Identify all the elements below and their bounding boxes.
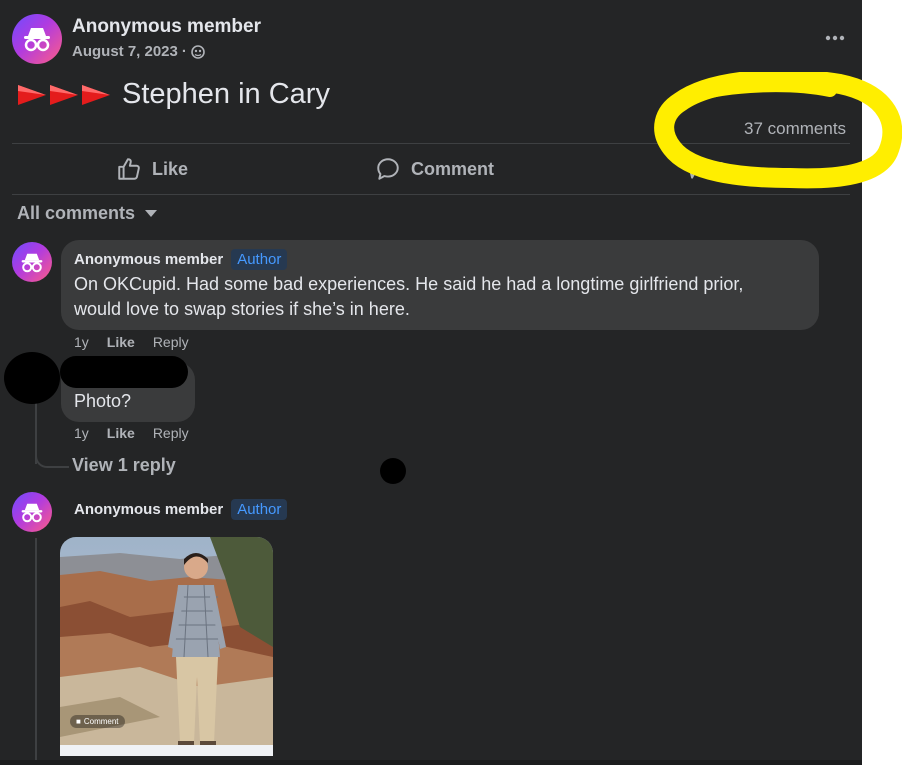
comment-avatar[interactable] [12,492,52,532]
post-title: Stephen in Cary [122,78,330,110]
date-separator: · [181,43,187,60]
comment-avatar[interactable] [12,242,52,282]
more-horizontal-icon [825,35,845,41]
comment-reply-button[interactable]: Reply [153,334,189,350]
photo-caption-chip: ■ Comment [70,715,125,728]
post-meta: August 7, 2023 · [72,43,205,60]
reply-reply-button[interactable]: Reply [153,425,189,441]
anonymous-incognito-icon [21,503,43,522]
redacted-name [60,356,188,388]
group-audience-icon [191,44,205,59]
comment-label: Comment [411,158,495,179]
post-date[interactable]: August 7, 2023 [72,43,178,60]
comment-filter-dropdown[interactable]: All comments [17,203,158,224]
comment-text-line: On OKCupid. Had some bad experiences. He… [74,274,744,294]
comment-bubble-icon [377,158,399,180]
reply-actions: 1y Like Reply [74,425,189,441]
anonymous-incognito-icon [21,253,43,272]
thread-line-corner [35,450,69,468]
divider [12,194,850,195]
comment-text-line: would love to swap stories if she’s in h… [74,299,410,319]
more-options-button[interactable] [822,26,848,50]
anonymous-incognito-icon [24,28,50,52]
thumbs-up-icon [118,158,140,180]
comment-filter-label: All comments [17,203,136,223]
comment-timestamp[interactable]: 1y [74,334,89,350]
author-badge: Author [231,499,288,520]
reply-like-button[interactable]: Like [107,425,135,441]
caret-down-icon [145,209,158,217]
photo-caption: Comment [83,717,119,726]
comment-like-button[interactable]: Like [107,334,135,350]
comment-actions: 1y Like Reply [74,334,189,350]
like-button[interactable]: Like [116,156,188,182]
redacted-avatar [4,352,60,404]
post-author-avatar[interactable] [12,14,62,64]
post-title-row: Stephen in Cary [16,78,330,111]
post-author-name[interactable]: Anonymous member [72,16,261,38]
chat-icon: ■ [76,717,81,726]
photo-bottom-strip [60,745,273,756]
view-replies-link[interactable]: View 1 reply [72,455,176,476]
comment-photo[interactable]: ■ Comment [60,537,273,756]
red-flag-icon [18,84,110,105]
yellow-highlight-scribble [654,72,902,189]
comment-header: Anonymous member Author [74,499,288,520]
author-badge: Author [231,249,288,270]
reply-text: Photo? [74,391,132,411]
like-label: Like [152,158,189,179]
bottom-edge [0,760,862,765]
comment-header: Anonymous member Author [74,249,288,270]
redaction-dot [380,458,406,484]
reply-timestamp[interactable]: 1y [74,425,89,441]
comment-button[interactable]: Comment [375,156,494,182]
thread-line [35,538,37,765]
comment-author-name[interactable]: Anonymous member [74,501,223,518]
comment-author-name[interactable]: Anonymous member [74,251,223,268]
